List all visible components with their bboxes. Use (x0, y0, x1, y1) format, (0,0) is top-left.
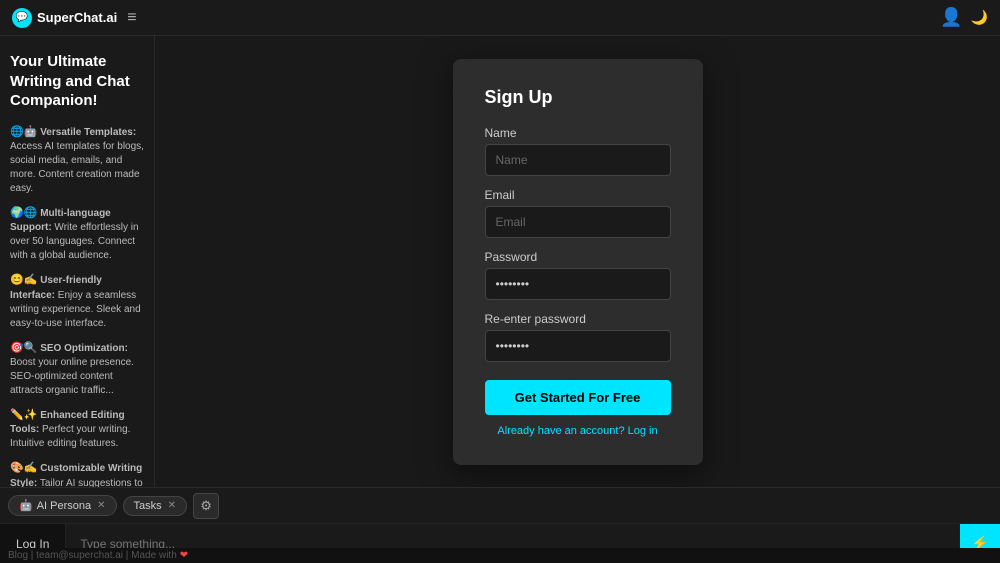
password-input[interactable] (485, 268, 671, 300)
email-label: Email (485, 188, 671, 202)
feature-item-3: 😊✍️ User-friendly Interface: Enjoy a sea… (10, 273, 144, 330)
modal-title: Sign Up (485, 87, 671, 108)
topnav-right: 👤 🌙 (940, 7, 988, 28)
feature-item-6: 🎨✍️ Customizable Writing Style: Tailor A… (10, 461, 144, 487)
theme-icon[interactable]: 🌙 (971, 9, 988, 26)
feature-item-1: 🌐🤖 Versatile Templates: Access AI templa… (10, 125, 144, 196)
chip1-close-icon[interactable]: ✕ (97, 500, 105, 511)
footer: Blog | team@superchat.ai | Made with ❤ (0, 548, 1000, 563)
hamburger-icon[interactable]: ≡ (127, 9, 136, 27)
signup-modal: Sign Up Name Email Password Re-enter pas… (453, 59, 703, 465)
feature-item-4: 🎯🔍 SEO Optimization: Boost your online p… (10, 341, 144, 398)
name-group: Name (485, 126, 671, 176)
email-input[interactable] (485, 206, 671, 238)
repassword-group: Re-enter password (485, 312, 671, 362)
chip1-label: AI Persona (37, 500, 91, 512)
logo-text: SuperChat.ai (37, 10, 117, 25)
feature-item-2: 🌍🌐 Multi-language Support: Write effortl… (10, 206, 144, 263)
feature-icon-3: 😊✍️ (10, 274, 37, 286)
signup-button[interactable]: Get Started For Free (485, 380, 671, 415)
sidebar-title: Your Ultimate Writing and Chat Companion… (10, 52, 144, 111)
gear-button[interactable]: ⚙ (193, 493, 219, 519)
footer-text: Blog | team@superchat.ai | Made with (8, 550, 177, 561)
center-area: Sign Up Name Email Password Re-enter pas… (155, 36, 1000, 487)
modal-overlay: Sign Up Name Email Password Re-enter pas… (155, 36, 1000, 487)
chip2-close-icon[interactable]: ✕ (168, 500, 176, 511)
account-icon[interactable]: 👤 (940, 7, 962, 28)
email-group: Email (485, 188, 671, 238)
password-group: Password (485, 250, 671, 300)
tasks-chip[interactable]: Tasks ✕ (123, 496, 188, 516)
repassword-label: Re-enter password (485, 312, 671, 326)
topnav: 💬 SuperChat.ai ≡ 👤 🌙 (0, 0, 1000, 36)
signin-link[interactable]: Already have an account? Log in (485, 425, 671, 437)
robot-icon: 🤖 (19, 499, 33, 512)
bottom-toolbar: 🤖 AI Persona ✕ Tasks ✕ ⚙ (0, 487, 1000, 523)
main-content: Your Ultimate Writing and Chat Companion… (0, 36, 1000, 487)
name-label: Name (485, 126, 671, 140)
feature-icon-2: 🌍🌐 (10, 207, 37, 219)
left-sidebar: Your Ultimate Writing and Chat Companion… (0, 36, 155, 487)
feature-icon-4: 🎯🔍 (10, 342, 37, 354)
topnav-left: 💬 SuperChat.ai ≡ (12, 8, 137, 28)
gear-icon: ⚙ (200, 498, 212, 514)
feature-icon-5: ✏️✨ (10, 409, 37, 421)
feature-icon-6: 🎨✍️ (10, 462, 37, 474)
heart-icon: ❤ (180, 550, 188, 561)
logo[interactable]: 💬 SuperChat.ai (12, 8, 117, 28)
ai-persona-chip[interactable]: 🤖 AI Persona ✕ (8, 495, 117, 516)
feature-icon-1: 🌐🤖 (10, 126, 37, 138)
name-input[interactable] (485, 144, 671, 176)
chip2-label: Tasks (134, 500, 162, 512)
repassword-input[interactable] (485, 330, 671, 362)
feature-item-5: ✏️✨ Enhanced Editing Tools: Perfect your… (10, 408, 144, 451)
logo-icon: 💬 (12, 8, 32, 28)
password-label: Password (485, 250, 671, 264)
